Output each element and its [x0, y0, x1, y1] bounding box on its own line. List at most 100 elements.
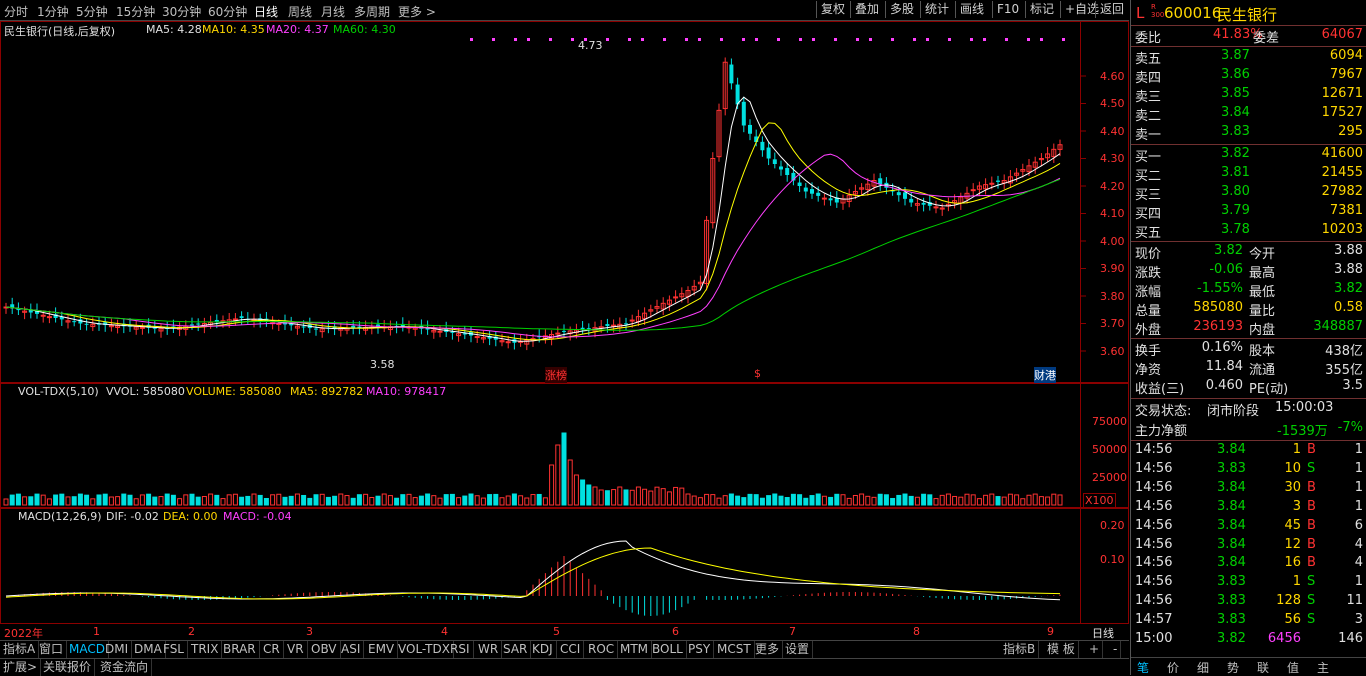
tab-multi-period[interactable]: 多周期 — [354, 3, 390, 20]
indicator-tab[interactable]: VR — [284, 641, 308, 658]
tab-monthly[interactable]: 月线 — [321, 3, 345, 20]
quote-tab[interactable]: 主 — [1317, 659, 1329, 676]
back-button[interactable]: 返回 — [1095, 1, 1128, 18]
ask-level[interactable]: 卖一 3.83 295 — [1131, 124, 1366, 143]
tab-1min[interactable]: 1分钟 — [37, 3, 69, 20]
mark-button[interactable]: 标记 — [1025, 1, 1058, 18]
volume-bar — [747, 493, 753, 506]
indicator-tab[interactable]: 更多 — [752, 641, 784, 658]
bid-volume: 7381 — [1329, 203, 1363, 218]
y-tick: 4.40 — [1100, 125, 1125, 138]
tab-more[interactable]: 更多 > — [398, 3, 436, 20]
event-marker — [799, 38, 802, 41]
indicator-tab[interactable]: DMI — [102, 641, 133, 658]
indicator-tab[interactable]: RSI — [447, 641, 474, 658]
indicator-tab[interactable]: VOL-TDX — [395, 641, 454, 658]
extension-tab[interactable]: 资金流向 — [97, 659, 153, 676]
tab-60min[interactable]: 60分钟 — [208, 3, 247, 20]
indicator-tab[interactable]: BOLL — [649, 641, 687, 658]
volume-bar — [350, 497, 356, 506]
bid-volume: 10203 — [1321, 222, 1363, 237]
tick-volume: 10 — [1284, 460, 1301, 476]
fund-label: 流通 — [1249, 363, 1276, 378]
ask-level[interactable]: 卖五 3.87 6094 — [1131, 48, 1366, 67]
fuquan-button[interactable]: 复权 — [816, 1, 849, 18]
indicator-tab[interactable]: FSL — [160, 641, 188, 658]
bid-level[interactable]: 买三 3.80 27982 — [1131, 184, 1366, 203]
quote-tab[interactable]: 细 — [1197, 659, 1209, 676]
extension-tab[interactable]: 关联报价 — [40, 659, 96, 676]
quote-tab[interactable]: 联 — [1257, 659, 1269, 676]
tab-30min[interactable]: 30分钟 — [162, 3, 201, 20]
event-label-dollar[interactable]: $ — [754, 367, 761, 380]
indicator-tab[interactable]: 指标A — [0, 641, 40, 658]
indicator-tab[interactable]: TRIX — [188, 641, 223, 658]
extension-tab[interactable]: 扩展> — [0, 659, 42, 676]
bid-level[interactable]: 买四 3.79 7381 — [1131, 203, 1366, 222]
volume-bar — [635, 486, 641, 506]
indicator-tab[interactable]: CCI — [557, 641, 585, 658]
tab-5min[interactable]: 5分钟 — [76, 3, 108, 20]
ask-level[interactable]: 卖四 3.86 7967 — [1131, 67, 1366, 86]
indicator-right-tab[interactable]: + — [1086, 641, 1104, 658]
candle-body — [779, 166, 783, 170]
stat-value: 348887 — [1313, 319, 1363, 334]
indicator-tab[interactable]: 设置 — [782, 641, 814, 658]
volume-bar — [468, 493, 474, 506]
indicator-tab[interactable]: MCST — [714, 641, 755, 658]
chart-canvas[interactable] — [0, 21, 1129, 641]
quote-stat-row: 涨跌 -0.06 最高 3.88 — [1131, 262, 1366, 281]
tick-volume: 45 — [1284, 517, 1301, 533]
tick-volume: 56 — [1284, 612, 1301, 628]
ask-level[interactable]: 卖二 3.84 17527 — [1131, 105, 1366, 124]
tab-fenshi[interactable]: 分时 — [4, 3, 28, 20]
ask-price: 3.87 — [1221, 48, 1250, 63]
tab-15min[interactable]: 15分钟 — [116, 3, 155, 20]
indicator-tab[interactable]: 窗口 — [36, 641, 68, 658]
event-label-zhangbang[interactable]: 涨榜 — [545, 367, 567, 383]
volume-bar — [846, 497, 852, 506]
bid-level[interactable]: 买二 3.81 21455 — [1131, 165, 1366, 184]
quote-tab[interactable]: 值 — [1287, 659, 1299, 676]
quote-tab[interactable]: 势 — [1227, 659, 1239, 676]
overlay-button[interactable]: 叠加 — [850, 1, 883, 18]
indicator-tab[interactable]: EMV — [365, 641, 399, 658]
tick-side: B — [1307, 555, 1316, 571]
indicator-tab[interactable]: BRAR — [220, 641, 260, 658]
tick-price: 3.83 — [1217, 593, 1246, 609]
indicator-tab[interactable]: SAR — [500, 641, 532, 658]
quote-tabs: 笔价细势联值主 — [1131, 657, 1366, 676]
quote-tab[interactable]: 笔 — [1137, 659, 1149, 676]
volume-bar — [183, 494, 189, 506]
f10-button[interactable]: F10 — [992, 1, 1023, 18]
tick-count: 1 — [1354, 479, 1363, 495]
chart-area[interactable]: 民生银行(日线,后复权) MA5: 4.28 MA10: 4.35 MA20: … — [0, 21, 1129, 651]
indicator-right-tab[interactable]: - — [1110, 641, 1122, 658]
indicator-tab[interactable]: CR — [260, 641, 284, 658]
indicator-tab[interactable]: MTM — [617, 641, 653, 658]
indicator-tab[interactable]: WR — [475, 641, 503, 658]
stat-label: 内盘 — [1249, 323, 1276, 338]
indicator-right-tab[interactable]: 指标B — [1000, 641, 1040, 658]
indicator-right-tab[interactable]: 模 板 — [1044, 641, 1079, 658]
indicator-tab[interactable]: ROC — [585, 641, 619, 658]
tab-weekly[interactable]: 周线 — [288, 3, 312, 20]
quote-tab[interactable]: 价 — [1167, 659, 1179, 676]
indicator-tab[interactable]: PSY — [685, 641, 715, 658]
indicator-tab[interactable]: KDJ — [529, 641, 557, 658]
event-label-caigang[interactable]: 财港 — [1034, 367, 1056, 383]
tick-volume: 30 — [1284, 479, 1301, 495]
indicator-tab[interactable]: OBV — [308, 641, 341, 658]
fund-label: PE(动) — [1249, 382, 1289, 397]
draw-line-button[interactable]: 画线 — [955, 1, 988, 18]
bid-level[interactable]: 买五 3.78 10203 — [1131, 222, 1366, 241]
event-marker — [856, 38, 859, 41]
tab-daily[interactable]: 日线 — [254, 3, 278, 20]
ask-level[interactable]: 卖三 3.85 12671 — [1131, 86, 1366, 105]
multi-stock-button[interactable]: 多股 — [885, 1, 918, 18]
volume-bar — [1051, 493, 1057, 506]
volume-bar — [1026, 494, 1032, 506]
bid-level[interactable]: 买一 3.82 41600 — [1131, 146, 1366, 165]
stats-button[interactable]: 统计 — [920, 1, 953, 18]
indicator-tab[interactable]: ASI — [338, 641, 365, 658]
